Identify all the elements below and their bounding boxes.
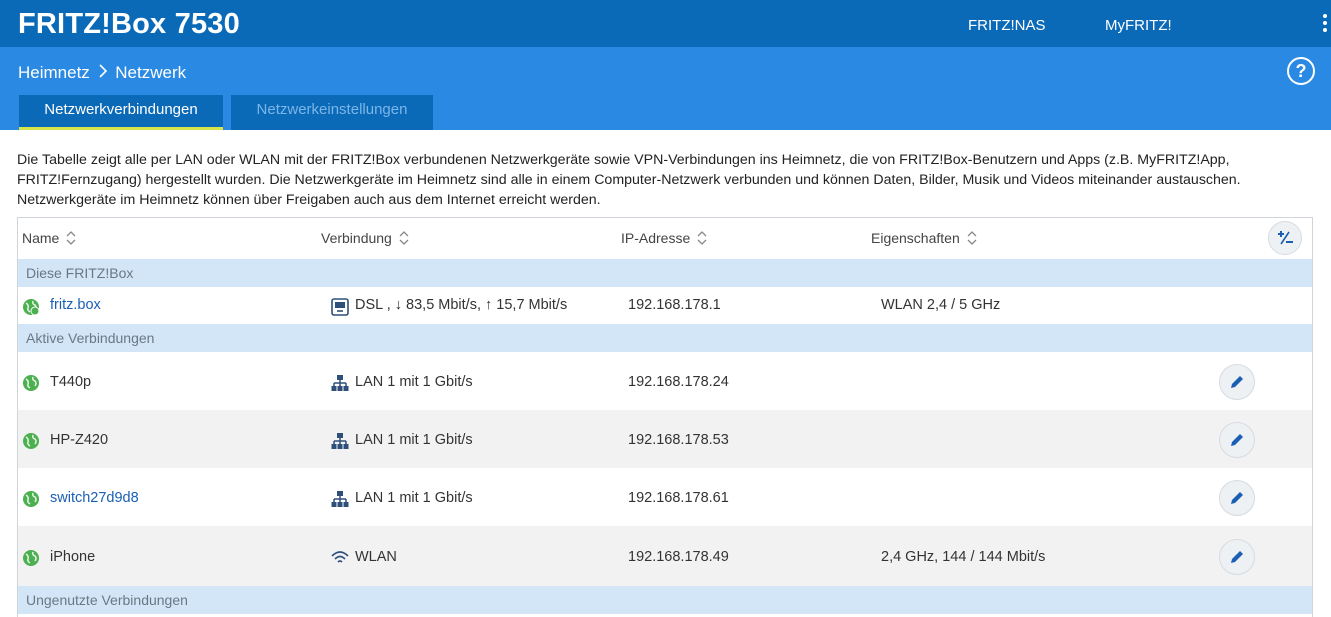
menu-kebab-icon[interactable] bbox=[1321, 14, 1329, 36]
tab-netzwerkverbindungen[interactable]: Netzwerkverbindungen bbox=[19, 95, 223, 130]
pencil-icon bbox=[1231, 492, 1243, 504]
col-header-eigenschaften[interactable]: Eigenschaften bbox=[871, 230, 977, 246]
pencil-icon bbox=[1231, 551, 1243, 563]
table-row[interactable]: switch27d9d8 LAN 1 mit 1 Gbit/s 192.168.… bbox=[18, 468, 1312, 526]
edit-button[interactable] bbox=[1219, 539, 1255, 575]
device-name: HP-Z420 bbox=[50, 432, 109, 448]
col-header-name-label: Name bbox=[22, 230, 60, 246]
connection-text: WLAN bbox=[355, 549, 397, 565]
toggle-columns-button[interactable] bbox=[1268, 221, 1302, 255]
brand-title[interactable]: FRITZ!Box 7530 bbox=[18, 8, 240, 41]
table-row[interactable]: HP-Z420 LAN 1 mit 1 Gbit/s 192.168.178.5… bbox=[18, 410, 1312, 468]
col-header-eigenschaften-label: Eigenschaften bbox=[871, 230, 960, 246]
device-name-link[interactable]: switch27d9d8 bbox=[50, 490, 139, 506]
table-header: Name Verbindung IP-Adresse Eigenschaften bbox=[18, 218, 1312, 260]
breadcrumb-netzwerk: Netzwerk bbox=[115, 63, 187, 82]
ip-address: 192.168.178.61 bbox=[628, 490, 729, 506]
connection-text: LAN 1 mit 1 Gbit/s bbox=[355, 374, 473, 390]
lan-icon bbox=[331, 433, 349, 449]
properties-text: 2,4 GHz, 144 / 144 Mbit/s bbox=[881, 549, 1046, 565]
table-row[interactable]: iPhone WLAN 192.168.178.49 2,4 GHz, 144 … bbox=[18, 526, 1312, 586]
globe-online-icon bbox=[23, 299, 40, 316]
device-name: iPhone bbox=[50, 549, 96, 565]
pencil-icon bbox=[1231, 434, 1243, 446]
device-name-link[interactable]: fritz.box bbox=[50, 297, 101, 313]
myfritz-link[interactable]: MyFRITZ! bbox=[1105, 17, 1172, 34]
device-name: T440p bbox=[50, 374, 92, 390]
plus-minus-icon bbox=[1278, 231, 1293, 245]
sort-icon bbox=[697, 231, 707, 245]
col-header-verbindung[interactable]: Verbindung bbox=[321, 230, 409, 246]
ip-address: 192.168.178.24 bbox=[628, 374, 729, 390]
sort-icon bbox=[66, 231, 76, 245]
edit-button[interactable] bbox=[1219, 422, 1255, 458]
table-row[interactable]: T440p LAN 1 mit 1 Gbit/s 192.168.178.24 bbox=[18, 352, 1312, 410]
top-bar: FRITZ!Box 7530 FRITZ!NAS MyFRITZ! bbox=[0, 0, 1331, 47]
globe-online-icon bbox=[23, 433, 39, 449]
wifi-icon bbox=[331, 551, 349, 563]
lan-icon bbox=[331, 375, 349, 391]
ip-address: 192.168.178.53 bbox=[628, 432, 729, 448]
pencil-icon bbox=[1231, 376, 1243, 388]
sort-icon bbox=[399, 231, 409, 245]
col-header-name[interactable]: Name bbox=[22, 230, 76, 246]
properties-text: WLAN 2,4 / 5 GHz bbox=[881, 297, 1001, 313]
col-header-ip[interactable]: IP-Adresse bbox=[621, 230, 707, 246]
edit-button[interactable] bbox=[1219, 364, 1255, 400]
group-active: Aktive Verbindungen bbox=[18, 324, 1312, 352]
col-header-ip-label: IP-Adresse bbox=[621, 230, 691, 246]
breadcrumb-heimnetz[interactable]: Heimnetz bbox=[18, 63, 90, 82]
col-header-verbindung-label: Verbindung bbox=[321, 230, 392, 246]
dsl-icon bbox=[331, 298, 349, 316]
table-row[interactable]: fritz.box DSL , ↓ 83,5 Mbit/s, ↑ 15,7 Mb… bbox=[18, 287, 1312, 324]
help-icon[interactable]: ? bbox=[1287, 57, 1315, 85]
globe-online-icon bbox=[23, 491, 39, 507]
connection-text: DSL , ↓ 83,5 Mbit/s, ↑ 15,7 Mbit/s bbox=[355, 297, 568, 313]
sort-icon bbox=[967, 231, 977, 245]
nav-bar: Heimnetz Netzwerk ? Netzwerkverbindungen… bbox=[0, 47, 1331, 130]
breadcrumb: Heimnetz Netzwerk bbox=[18, 63, 186, 83]
chevron-right-icon bbox=[98, 63, 107, 83]
connection-text: LAN 1 mit 1 Gbit/s bbox=[355, 490, 473, 506]
group-unused: Ungenutzte Verbindungen bbox=[18, 586, 1312, 614]
globe-online-icon bbox=[23, 550, 39, 566]
lan-icon bbox=[331, 491, 349, 507]
device-table: Name Verbindung IP-Adresse Eigenschaften… bbox=[17, 217, 1313, 617]
edit-button[interactable] bbox=[1219, 480, 1255, 516]
globe-online-icon bbox=[23, 375, 39, 391]
tab-netzwerkeinstellungen[interactable]: Netzwerkeinstellungen bbox=[231, 95, 433, 130]
intro-text: Die Tabelle zeigt alle per LAN oder WLAN… bbox=[17, 152, 1241, 208]
connection-text: LAN 1 mit 1 Gbit/s bbox=[355, 432, 473, 448]
fritznas-link[interactable]: FRITZ!NAS bbox=[968, 17, 1046, 34]
group-this-box: Diese FRITZ!Box bbox=[18, 259, 1312, 287]
ip-address: 192.168.178.1 bbox=[628, 297, 721, 313]
ip-address: 192.168.178.49 bbox=[628, 549, 729, 565]
